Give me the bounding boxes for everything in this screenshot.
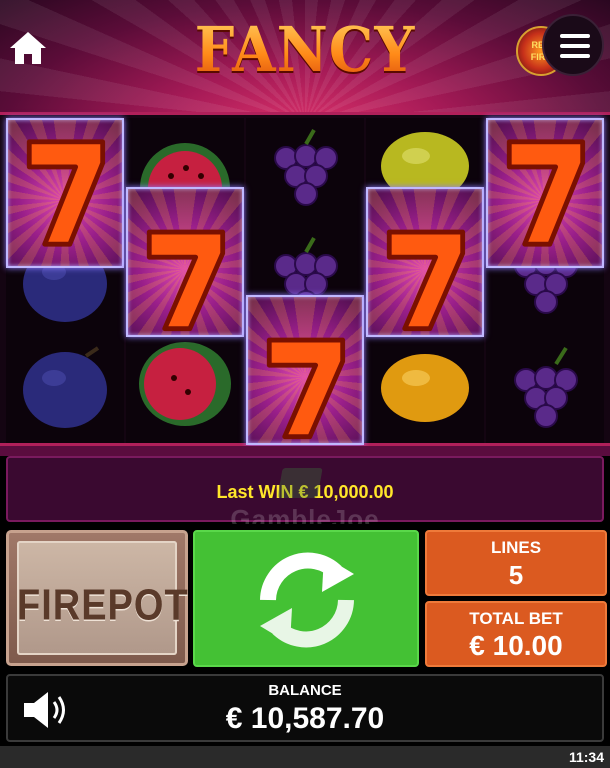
firepot-plate: FIREPOT [17,541,189,655]
firepot-button[interactable]: FIREPOT [6,530,188,666]
clock: 11:34 [568,749,604,765]
lines-selector[interactable]: LINES 5 [425,530,607,596]
plum-symbol [6,334,124,442]
spin-arrows-icon [260,552,354,648]
winning-seven-symbol [246,295,364,445]
total-bet-value: € 10.00 [469,630,563,661]
spin-button[interactable] [193,530,419,667]
winning-seven-symbol [6,118,124,268]
menu-button[interactable] [542,14,604,76]
lemon-symbol [366,334,484,442]
grapes-symbol [486,334,604,442]
balance-label: BALANCE [268,682,342,699]
winning-seven-symbol [126,187,244,337]
balance-value: € 10,587.70 [225,702,385,735]
dice-watermark-icon [277,468,323,498]
game-header: FANCY FRUITS FANCY FRUITS RED FIRE [0,0,610,112]
grapes-symbol [246,118,364,226]
winning-seven-symbol [486,118,604,268]
melon-symbol [126,334,244,442]
lines-value: 5 [508,560,524,590]
winning-seven-symbol [366,187,484,337]
total-bet-label: TOTAL BET [469,609,563,628]
home-icon [10,32,46,64]
balance-bar: BALANCE € 10,587.70 [6,674,604,742]
lines-label: LINES [490,538,542,557]
total-bet-selector[interactable]: TOTAL BET € 10.00 [425,601,607,667]
game-title: FANCY FRUITS [110,6,500,112]
reel-divider [0,446,610,456]
home-button[interactable] [8,28,48,68]
firepot-label: FIREPOT [17,581,189,631]
status-bar: 11:34 [0,746,610,768]
reel-area [0,112,610,446]
